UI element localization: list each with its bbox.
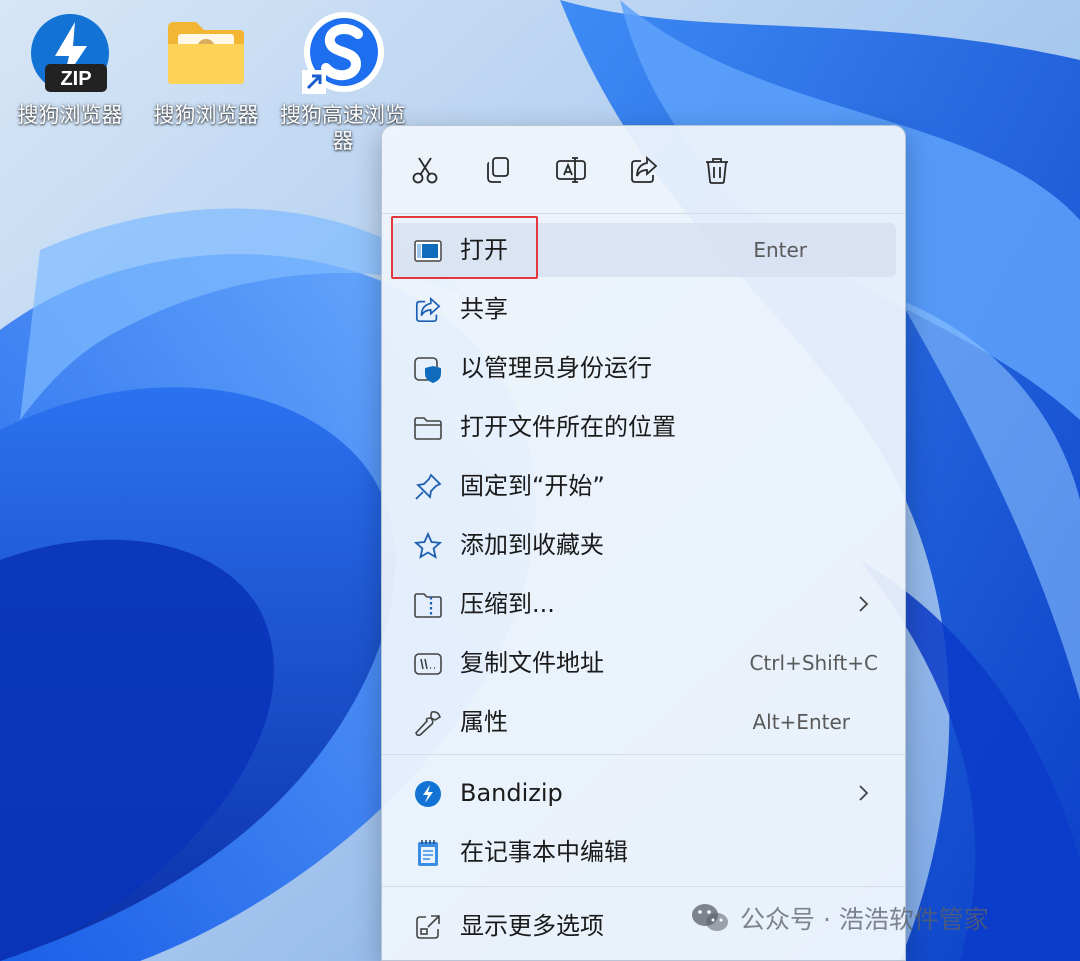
menu-item-share[interactable]: 共享 <box>391 282 896 336</box>
sogou-browser-shortcut-icon <box>298 8 388 98</box>
menu-item-label: 压缩到... <box>460 590 555 618</box>
annotation-highlight-box <box>391 216 538 279</box>
menu-item-label: 在记事本中编辑 <box>460 838 628 866</box>
context-menu-toolbar <box>382 126 905 214</box>
notepad-icon <box>413 838 443 868</box>
wechat-icon <box>692 904 728 931</box>
menu-item-shortcut: Ctrl+Shift+C <box>749 651 878 675</box>
menu-item-label: 添加到收藏夹 <box>460 531 604 559</box>
pin-icon <box>413 472 443 502</box>
watermark: 公众号 · 浩浩软件管家 <box>690 896 989 940</box>
menu-item-shortcut: Alt+Enter <box>752 710 850 734</box>
scissors-icon <box>412 157 438 184</box>
share-icon <box>631 155 658 183</box>
menu-item-properties[interactable]: 属性 Alt+Enter <box>391 695 896 749</box>
menu-item-pin-to-start[interactable]: 固定到“开始” <box>391 459 896 513</box>
desktop-icon-label: 搜狗浏览器 <box>153 103 259 127</box>
star-icon <box>413 531 443 561</box>
menu-separator <box>382 213 905 214</box>
copy-icon <box>487 157 509 183</box>
menu-item-label: 显示更多选项 <box>460 912 604 940</box>
menu-item-label: 打开文件所在的位置 <box>460 413 676 441</box>
menu-item-add-to-favorites[interactable]: 添加到收藏夹 <box>391 518 896 572</box>
share-icon <box>413 295 443 325</box>
chevron-right-icon <box>859 785 869 801</box>
svg-text:ZIP: ZIP <box>60 68 91 90</box>
wrench-icon <box>413 708 443 738</box>
menu-item-run-as-admin[interactable]: 以管理员身份运行 <box>391 341 896 395</box>
menu-item-label: 共享 <box>460 295 508 323</box>
menu-item-label: Bandizip <box>460 779 563 807</box>
bandizip-icon <box>413 779 443 809</box>
trash-icon <box>706 158 728 184</box>
admin-shield-icon <box>413 354 443 384</box>
desktop-icon-folder[interactable]: 搜狗浏览器 <box>138 8 274 128</box>
bandizip-archive-icon: ZIP <box>25 8 115 98</box>
rename-button[interactable] <box>549 148 593 192</box>
copy-path-icon <box>413 649 443 679</box>
delete-button[interactable] <box>695 148 739 192</box>
menu-item-label: 以管理员身份运行 <box>460 354 652 382</box>
desktop-icon-zip[interactable]: ZIP 搜狗浏览器 <box>2 8 138 128</box>
folder-outline-icon <box>413 413 443 443</box>
folder-icon <box>161 8 251 98</box>
menu-item-shortcut: Enter <box>753 238 807 262</box>
copy-button[interactable] <box>476 148 520 192</box>
chevron-right-icon <box>859 596 869 612</box>
menu-item-bandizip[interactable]: Bandizip <box>391 766 896 820</box>
menu-separator <box>382 754 905 755</box>
cut-button[interactable] <box>403 148 447 192</box>
menu-item-copy-file-path[interactable]: 复制文件地址 Ctrl+Shift+C <box>391 636 896 690</box>
menu-item-label: 属性 <box>460 708 508 736</box>
menu-item-compress-to[interactable]: 压缩到... <box>391 577 896 631</box>
more-options-icon <box>413 912 443 942</box>
zip-folder-icon <box>413 590 443 620</box>
desktop-icon-label: 搜狗浏览器 <box>17 103 123 127</box>
menu-separator <box>382 886 905 887</box>
rename-icon <box>556 157 586 183</box>
share-button[interactable] <box>622 148 666 192</box>
menu-item-open-file-location[interactable]: 打开文件所在的位置 <box>391 400 896 454</box>
menu-item-edit-in-notepad[interactable]: 在记事本中编辑 <box>391 825 896 879</box>
menu-item-label: 固定到“开始” <box>460 472 605 500</box>
menu-item-label: 复制文件地址 <box>460 649 604 677</box>
watermark-text: 公众号 · 浩浩软件管家 <box>740 905 989 934</box>
